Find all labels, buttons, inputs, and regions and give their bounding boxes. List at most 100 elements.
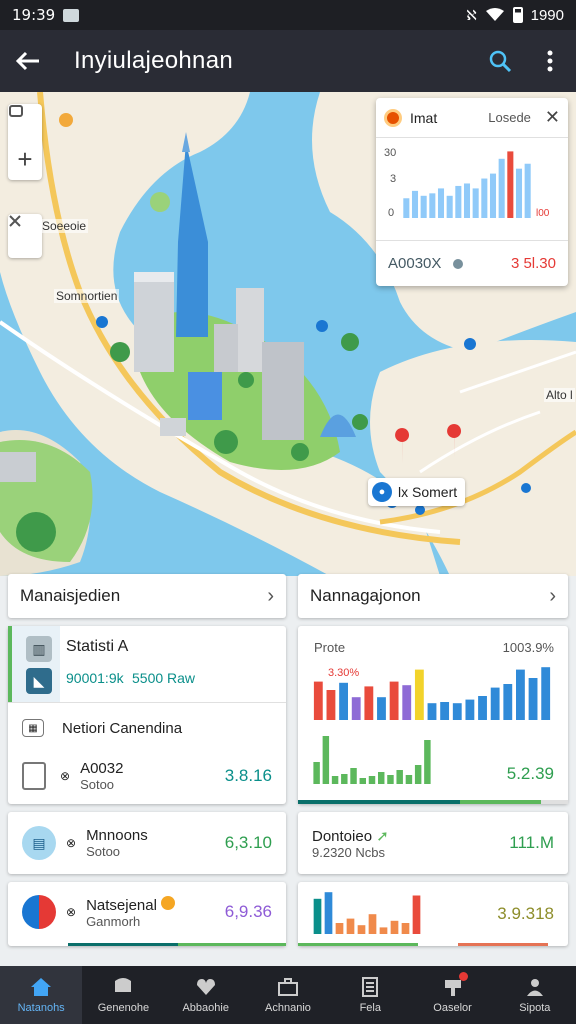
search-button[interactable] bbox=[476, 49, 524, 73]
list-item-value: 3.8.16 bbox=[224, 766, 272, 785]
chart-bar bbox=[524, 163, 531, 218]
nav-label: Natanohs bbox=[17, 1001, 65, 1014]
nav-label: Oaselor bbox=[433, 1001, 472, 1014]
chart-bar bbox=[503, 684, 513, 720]
nav-item-favorites[interactable]: Abbaohie bbox=[165, 966, 247, 1024]
close-map-button[interactable] bbox=[8, 214, 42, 258]
overlay-value: 3 5l.30 bbox=[510, 255, 556, 272]
lock-icon: ⊗ bbox=[60, 769, 71, 783]
card-title: Dontoieo bbox=[312, 827, 373, 845]
map-zoom-control: + bbox=[8, 104, 42, 180]
nav-item-general[interactable]: Genenohe bbox=[82, 966, 164, 1024]
section-header-left[interactable]: Manaisjedien › bbox=[8, 574, 286, 618]
nav-item-home[interactable]: Natanohs bbox=[0, 966, 83, 1024]
chart-bar bbox=[515, 168, 523, 218]
chevron-right-icon: › bbox=[267, 584, 274, 607]
section-title: Manaisjedien bbox=[20, 586, 121, 605]
chart-bar bbox=[420, 195, 427, 218]
more-options-button[interactable] bbox=[524, 50, 576, 72]
nav-label: Genenohe bbox=[97, 1001, 150, 1014]
poi-marker[interactable]: ● lx Somert bbox=[368, 478, 466, 506]
chart-bar bbox=[390, 920, 399, 934]
chart-bar bbox=[403, 198, 410, 218]
chart-bar bbox=[313, 681, 323, 720]
overlay-close-button[interactable]: ✕ bbox=[545, 107, 560, 128]
message-icon: ▤ bbox=[22, 826, 56, 860]
y-tick-label: 30 bbox=[384, 147, 396, 159]
chart-bar bbox=[472, 188, 479, 218]
list-item[interactable]: ▦ Netiori Canendina bbox=[8, 710, 286, 746]
chart-bar bbox=[364, 686, 374, 720]
app-bar: Inyiulajeohnan bbox=[0, 30, 576, 92]
briefcase-icon bbox=[277, 977, 298, 996]
chart-bar bbox=[359, 778, 366, 784]
section-title: Nannagajonon bbox=[310, 586, 421, 605]
battery-level: 1990 bbox=[530, 6, 564, 24]
close-icon bbox=[9, 215, 21, 227]
chart-bar bbox=[387, 775, 394, 784]
image-notification-icon bbox=[63, 8, 80, 22]
nfc-icon: ℵ bbox=[466, 6, 477, 23]
nav-item-files[interactable]: Fela bbox=[329, 966, 411, 1024]
chart-bar bbox=[455, 185, 462, 218]
map-stat-overlay: Imat Losede ✕ 30 3 0 l00 A0030X 3 5l.30 bbox=[376, 98, 568, 286]
nav-label: Achnanio bbox=[265, 1001, 311, 1014]
nav-label: Sipota bbox=[519, 1001, 551, 1014]
chart-bar bbox=[401, 923, 410, 934]
progress-strip bbox=[458, 943, 548, 946]
status-time: 19:39 bbox=[12, 6, 56, 24]
info-card[interactable]: ⊗ Natsejenal Ganmorh 6,9.36 bbox=[8, 882, 286, 946]
bar-chart-top: 3.30% bbox=[313, 667, 551, 720]
chart-bar bbox=[350, 768, 357, 784]
stat-title: Statisti A bbox=[66, 638, 129, 655]
home-icon bbox=[31, 977, 52, 996]
card-subtitle: Sotoo bbox=[86, 844, 121, 859]
map-label: Somnortien bbox=[54, 289, 120, 303]
card-value: 111.M bbox=[509, 833, 554, 852]
wifi-icon bbox=[485, 8, 504, 21]
location-pin-icon: ● bbox=[372, 482, 392, 502]
chart-bar bbox=[379, 927, 388, 934]
overlay-title: Imat bbox=[410, 109, 438, 126]
chart-bar bbox=[463, 183, 471, 218]
info-card[interactable]: Dontoieo ➚ 9.2320 Ncbs 111.M bbox=[298, 812, 568, 874]
chart-bar bbox=[429, 193, 436, 218]
heart-icon bbox=[196, 978, 215, 995]
chart-bar bbox=[357, 925, 366, 934]
chart-bar bbox=[452, 703, 462, 720]
y-tick-label: 3 bbox=[390, 173, 396, 185]
chart-bar bbox=[368, 776, 376, 784]
nav-item-profile[interactable]: Sipota bbox=[494, 966, 576, 1024]
nav-item-notifications[interactable]: Oaselor bbox=[411, 966, 493, 1024]
chart-bar bbox=[339, 682, 348, 720]
chart-bar bbox=[313, 898, 322, 934]
chart-card[interactable]: 3.9.318 bbox=[298, 882, 568, 946]
chart-label: Prote bbox=[314, 640, 346, 655]
list-item[interactable]: ⊗ A0032 Sotoo 3.8.16 bbox=[8, 754, 286, 798]
nav-item-activity[interactable]: Achnanio bbox=[247, 966, 329, 1024]
overlay-bar-chart: 30 3 0 l00 bbox=[384, 147, 550, 219]
divider bbox=[8, 702, 286, 703]
status-icons: ℵ 1990 bbox=[466, 7, 564, 24]
stat-secondary-value: 5500 Raw bbox=[132, 670, 196, 686]
person-icon bbox=[526, 978, 543, 996]
back-button[interactable] bbox=[0, 50, 56, 72]
status-dot-icon bbox=[453, 258, 464, 269]
section-header-right[interactable]: Nannagajonon › bbox=[298, 574, 568, 618]
chart-bar bbox=[396, 770, 403, 784]
chart-bar bbox=[389, 681, 399, 720]
list-item-text: A0032 Sotoo bbox=[80, 760, 123, 792]
info-card[interactable]: ▤ ⊗ Mnnoons Sotoo 6,3.10 bbox=[8, 812, 286, 874]
list-item-title: A0032 bbox=[80, 760, 124, 777]
chart-bar bbox=[335, 923, 344, 934]
chart-bar bbox=[405, 775, 413, 784]
nav-label: Fela bbox=[359, 1001, 381, 1014]
chart-bar bbox=[478, 696, 487, 720]
card-title: Natsejenal bbox=[86, 896, 157, 914]
more-vert-icon bbox=[547, 50, 553, 72]
lock-icon: ⊗ bbox=[66, 836, 77, 850]
chart-bar bbox=[331, 776, 339, 784]
map-label: Alto l bbox=[544, 388, 575, 402]
chart-bar bbox=[541, 667, 551, 720]
zoom-in-button[interactable]: + bbox=[17, 140, 32, 178]
